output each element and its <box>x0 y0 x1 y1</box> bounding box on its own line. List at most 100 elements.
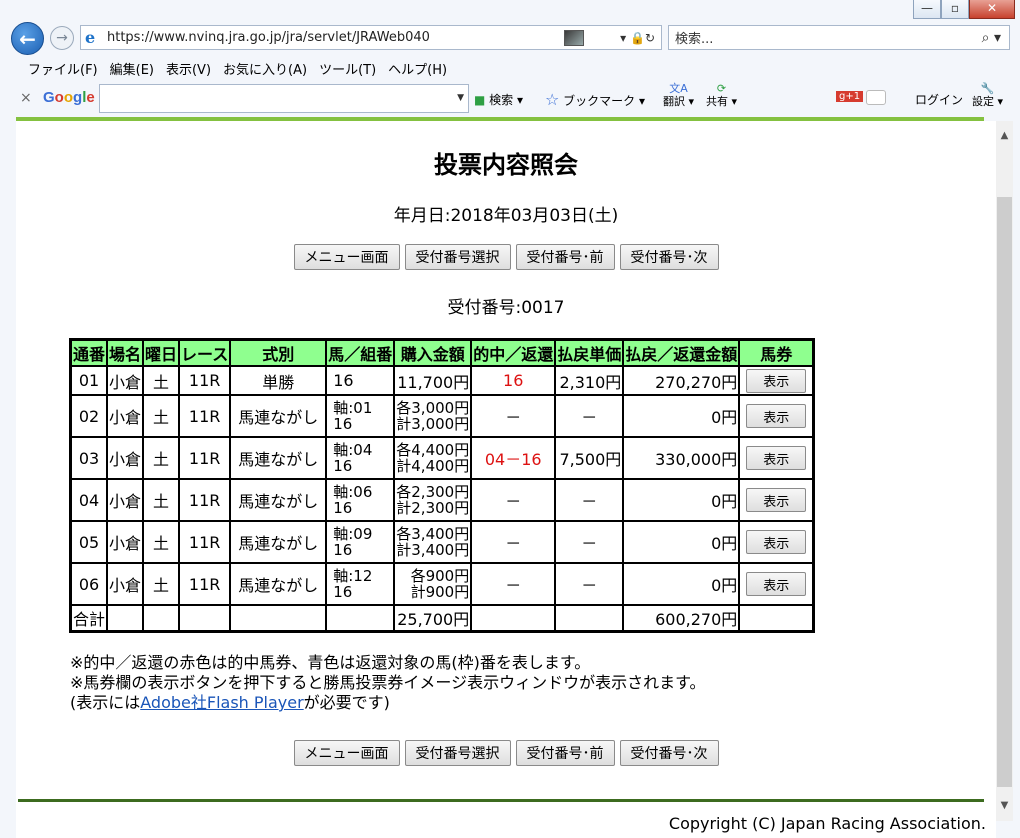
cell-serial: 02 <box>71 395 108 437</box>
menu-favorites[interactable]: お気に入り(A) <box>217 56 313 78</box>
cell-race: 11R <box>179 437 231 479</box>
close-window-button[interactable]: ✕ <box>969 0 1015 19</box>
cell-amount: 各3,400円 計3,400円 <box>394 521 472 563</box>
gplus-button[interactable]: g+1 <box>836 91 864 102</box>
cell-race: 11R <box>179 395 231 437</box>
back-button[interactable]: ← <box>11 22 44 55</box>
vertical-scrollbar[interactable]: ▲ ▼ <box>996 121 1013 821</box>
translate-button[interactable]: 文A 翻訳 ▾ <box>663 82 694 108</box>
search-icon[interactable]: ⌕ ▾ <box>982 30 1001 46</box>
cell-unit-payout: － <box>555 479 624 521</box>
partner-horses: 16 <box>333 583 353 601</box>
table-row: 05 小倉 土 11R 馬連ながし 軸:09 16 各3,400円 計3,400円 … <box>71 521 814 563</box>
cell-amount: 各900円 計900円 <box>394 563 472 605</box>
google-logo: Google <box>43 89 95 106</box>
show-ticket-button[interactable]: 表示 <box>746 446 807 470</box>
cell-hit: 16 <box>471 366 556 395</box>
copyright: Copyright (C) Japan Racing Association. <box>668 814 986 833</box>
google-search-button[interactable]: ■ 検索 ▾ <box>474 91 523 108</box>
cell-bet-type: 馬連ながし <box>230 521 327 563</box>
address-bar[interactable]: e https://www.nvinq.jra.go.jp/jra/servle… <box>80 25 662 50</box>
browser-search-box[interactable]: 検索... ⌕ ▾ <box>668 25 1010 50</box>
cell-hit: － <box>471 479 556 521</box>
receipt-prev-button[interactable]: 受付番号･前 <box>515 740 615 766</box>
amount-each: 各3,400円 <box>396 525 470 543</box>
settings-button[interactable]: 🔧 設定 ▾ <box>972 82 1003 108</box>
header-combination: 馬／組番 <box>326 340 395 366</box>
scroll-thumb[interactable] <box>997 197 1012 787</box>
maximize-button[interactable]: ▫ <box>941 0 969 19</box>
total-label: 合計 <box>71 605 108 631</box>
amount-each: 各4,400円 <box>396 441 470 459</box>
scroll-up-icon[interactable]: ▲ <box>996 127 1013 144</box>
lock-icon[interactable]: 🔒 <box>630 31 645 45</box>
receipt-prev-button[interactable]: 受付番号･前 <box>515 244 615 270</box>
receipt-select-button[interactable]: 受付番号選択 <box>404 740 511 766</box>
nav-buttons-bottom: メニュー画面 受付番号選択 受付番号･前 受付番号･次 <box>16 740 996 766</box>
menu-tools[interactable]: ツール(T) <box>313 56 382 78</box>
table-row: 04 小倉 土 11R 馬連ながし 軸:06 16 各2,300円 計2,300円 … <box>71 479 814 521</box>
cell-payout: 270,270円 <box>623 366 740 395</box>
cell-serial: 06 <box>71 563 108 605</box>
empty-cell <box>143 605 180 631</box>
page-content: 投票内容照会 年月日:2018年03月03日(土) メニュー画面 受付番号選択 … <box>16 121 996 838</box>
menu-view[interactable]: 表示(V) <box>160 56 217 78</box>
cell-day: 土 <box>143 563 180 605</box>
menu-screen-button[interactable]: メニュー画面 <box>293 244 400 270</box>
forward-button[interactable]: → <box>50 26 74 50</box>
cell-ticket: 表示 <box>739 366 814 395</box>
navigation-bar: ← → e https://www.nvinq.jra.go.jp/jra/se… <box>0 20 1020 56</box>
receipt-next-button[interactable]: 受付番号･次 <box>619 740 719 766</box>
empty-cell <box>179 605 231 631</box>
search-input[interactable]: 検索... <box>675 28 982 47</box>
url-text[interactable]: https://www.nvinq.jra.go.jp/jra/servlet/… <box>107 30 564 45</box>
cell-combination: 軸:09 16 <box>326 521 395 563</box>
ie-icon: e <box>85 27 96 47</box>
site-image-icon <box>564 29 585 46</box>
menu-bar: ファイル(F) 編集(E) 表示(V) お気に入り(A) ツール(T) ヘルプ(… <box>0 56 1020 78</box>
note-line: ※的中／返還の赤色は的中馬券、青色は返還対象の馬(枠)番を表します。 <box>70 653 591 672</box>
show-ticket-button[interactable]: 表示 <box>746 368 807 393</box>
google-search-input[interactable]: ▼ <box>99 84 469 113</box>
amount-each: 各900円 <box>410 567 470 585</box>
cell-bet-type: 単勝 <box>230 366 327 395</box>
amount-total: 計3,400円 <box>396 541 470 559</box>
cell-serial: 03 <box>71 437 108 479</box>
share-button[interactable]: ⟳ 共有 ▾ <box>706 82 737 108</box>
cell-bet-type: 馬連ながし <box>230 437 327 479</box>
cell-day: 土 <box>143 521 180 563</box>
flash-player-link[interactable]: Adobe社Flash Player <box>140 693 303 712</box>
share-icon: ⟳ <box>716 82 727 95</box>
cell-day: 土 <box>143 395 180 437</box>
dropdown-icon[interactable]: ▼ <box>457 93 464 103</box>
show-ticket-button[interactable]: 表示 <box>746 572 807 596</box>
login-link[interactable]: ログイン <box>915 91 963 108</box>
show-ticket-button[interactable]: 表示 <box>746 530 807 554</box>
amount-total: 計2,300円 <box>396 499 470 517</box>
menu-edit[interactable]: 編集(E) <box>104 56 160 78</box>
cell-ticket: 表示 <box>739 521 814 563</box>
cell-amount: 各2,300円 計2,300円 <box>394 479 472 521</box>
bookmark-button[interactable]: ☆ ブックマーク ▾ <box>545 90 645 109</box>
google-icon: ■ <box>474 93 486 107</box>
show-ticket-button[interactable]: 表示 <box>746 404 807 428</box>
menu-screen-button[interactable]: メニュー画面 <box>293 740 400 766</box>
minimize-button[interactable]: — <box>913 0 941 19</box>
cell-race: 11R <box>179 366 231 395</box>
empty-cell <box>230 605 327 631</box>
dropdown-icon[interactable]: ▾ <box>620 31 626 45</box>
close-icon[interactable]: × <box>20 90 32 106</box>
header-payout-amount: 払戻／返還金額 <box>623 340 740 366</box>
menu-file[interactable]: ファイル(F) <box>22 56 104 78</box>
cell-race: 11R <box>179 563 231 605</box>
amount-total: 計900円 <box>410 583 470 601</box>
amount-each: 各3,000円 <box>396 399 470 417</box>
cell-ticket: 表示 <box>739 479 814 521</box>
scroll-down-icon[interactable]: ▼ <box>996 797 1013 814</box>
refresh-icon[interactable]: ↻ <box>645 31 655 45</box>
show-ticket-button[interactable]: 表示 <box>746 488 807 512</box>
receipt-select-button[interactable]: 受付番号選択 <box>404 244 511 270</box>
menu-help[interactable]: ヘルプ(H) <box>382 56 453 78</box>
receipt-next-button[interactable]: 受付番号･次 <box>619 244 719 270</box>
address-tools[interactable]: ▾ 🔒↻ <box>620 31 655 45</box>
